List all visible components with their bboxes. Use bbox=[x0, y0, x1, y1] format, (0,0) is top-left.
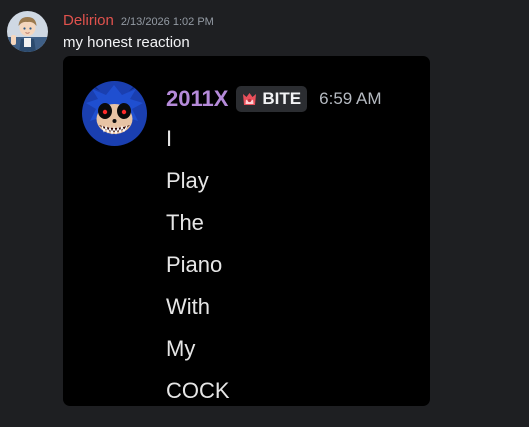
inner-message-line: My bbox=[166, 336, 196, 361]
guild-tag-icon bbox=[241, 91, 258, 108]
inner-message-lines: I Play The Piano With My COCK bbox=[166, 118, 230, 406]
message-content: my honest reaction bbox=[63, 34, 190, 51]
inner-message-line: The bbox=[166, 210, 204, 235]
inner-author-avatar bbox=[82, 81, 147, 146]
inner-message-line: Play bbox=[166, 168, 209, 193]
author-username[interactable]: Delirion bbox=[63, 12, 114, 29]
guild-tag-badge: BITE bbox=[236, 86, 308, 112]
chat-message: Delirion 2/13/2026 1:02 PM my honest rea… bbox=[0, 0, 529, 427]
inner-message-line: COCK bbox=[166, 378, 230, 403]
author-avatar[interactable] bbox=[7, 11, 48, 52]
embedded-image[interactable]: 2011X BITE 6:59 AM I Play The Piano With… bbox=[63, 56, 430, 406]
inner-message-line: With bbox=[166, 294, 210, 319]
message-header: Delirion 2/13/2026 1:02 PM bbox=[63, 12, 214, 30]
inner-message-header: 2011X BITE 6:59 AM bbox=[166, 84, 382, 114]
inner-message-line: Piano bbox=[166, 252, 223, 277]
guild-tag-label: BITE bbox=[262, 89, 302, 108]
inner-message-timestamp: 6:59 AM bbox=[319, 89, 382, 108]
inner-message-line: I bbox=[166, 126, 173, 151]
inner-author-username: 2011X bbox=[166, 86, 229, 111]
message-timestamp[interactable]: 2/13/2026 1:02 PM bbox=[121, 16, 214, 28]
